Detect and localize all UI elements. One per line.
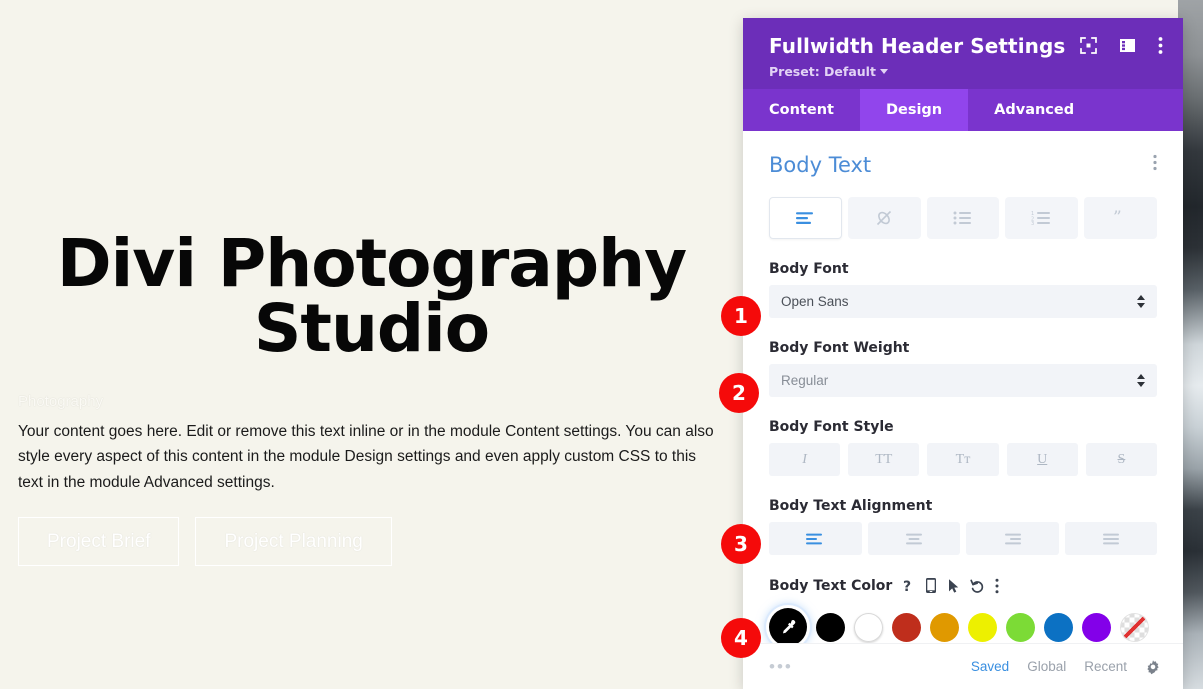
focus-icon[interactable] <box>1080 37 1097 54</box>
footer-link-saved[interactable]: Saved <box>971 659 1009 674</box>
italic-button[interactable]: I <box>769 443 841 476</box>
chevron-updown-icon <box>1137 295 1145 308</box>
footer-link-global[interactable]: Global <box>1027 659 1066 674</box>
body-font-select[interactable]: Open Sans <box>769 285 1157 318</box>
capitalize-button[interactable]: Tᴛ <box>927 443 999 476</box>
uppercase-glyph: TT <box>875 451 893 467</box>
hover-cursor-icon[interactable] <box>947 578 960 594</box>
panel-header: Fullwidth Header Settings Preset: Defaul… <box>743 18 1183 89</box>
body-font-value: Open Sans <box>781 294 849 309</box>
body-text-alignment-group <box>769 522 1157 555</box>
preset-label: Preset: Default <box>769 64 876 79</box>
italic-glyph: I <box>802 451 807 467</box>
tab-design[interactable]: Design <box>859 89 969 131</box>
hero-subtitle: Photography <box>18 393 104 411</box>
tab-advanced[interactable]: Advanced <box>968 89 1100 131</box>
align-justify-button[interactable] <box>1064 522 1157 555</box>
swatch-purple[interactable] <box>1082 612 1111 642</box>
fullwidth-header-settings-panel: Fullwidth Header Settings Preset: Defaul… <box>743 18 1183 689</box>
svg-text:?: ? <box>903 579 911 594</box>
body-font-weight-value: Regular <box>781 373 829 388</box>
capitalize-glyph: Tᴛ <box>955 451 971 467</box>
swatch-black[interactable] <box>816 612 845 642</box>
strikethrough-glyph: S <box>1117 451 1126 467</box>
body-font-label: Body Font <box>769 261 849 277</box>
paragraph-icon[interactable] <box>769 197 842 239</box>
panel-body: Body Text 1 2 3 ” Body Font Open Sans Bo… <box>743 131 1183 643</box>
align-right-button[interactable] <box>966 522 1059 555</box>
swatch-orange[interactable] <box>930 612 959 642</box>
hero-content: Divi Photography Studio Photography Your… <box>0 0 743 689</box>
layout-panel-icon[interactable] <box>1119 37 1136 54</box>
svg-text:”: ” <box>1113 210 1122 226</box>
responsive-mobile-icon[interactable] <box>925 577 937 594</box>
help-icon[interactable]: ? <box>902 578 915 595</box>
footer-links: Saved Global Recent <box>971 659 1161 675</box>
text-format-toolbar: 1 2 3 ” <box>769 197 1157 239</box>
swatch-white[interactable] <box>854 612 883 642</box>
underline-button[interactable]: U <box>1006 443 1078 476</box>
section-more-vertical-icon[interactable] <box>1153 154 1157 176</box>
body-font-weight-select[interactable]: Regular <box>769 364 1157 397</box>
eyedropper-picker[interactable] <box>769 608 807 643</box>
badge-4: 4 <box>721 618 761 658</box>
swatch-yellow[interactable] <box>968 612 997 642</box>
align-center-button[interactable] <box>867 522 960 555</box>
body-text-color-label: Body Text Color <box>769 577 893 594</box>
panel-header-icons <box>1080 36 1163 55</box>
tab-content[interactable]: Content <box>743 89 860 131</box>
badge-2: 2 <box>719 373 759 413</box>
preset-selector[interactable]: Preset: Default <box>769 64 1157 79</box>
reset-undo-icon[interactable] <box>970 578 985 594</box>
color-swatch-row <box>769 608 1157 643</box>
body-text-color-row: Body Text Color ? <box>769 577 1157 595</box>
more-vertical-icon[interactable] <box>1158 36 1163 55</box>
swatch-red[interactable] <box>892 612 921 642</box>
body-font-style-group: I TT Tᴛ U S <box>769 443 1158 476</box>
body-text-section-header: Body Text <box>769 153 1157 177</box>
screen-root: Divi Photography Studio Photography Your… <box>0 0 1203 689</box>
uppercase-button[interactable]: TT <box>848 443 920 476</box>
project-planning-button[interactable]: Project Planning <box>195 516 392 566</box>
section-title: Body Text <box>769 153 872 177</box>
panel-tabs: Content Design Advanced <box>743 89 1183 131</box>
settings-gear-icon[interactable] <box>1145 659 1161 675</box>
strikethrough-button[interactable]: S <box>1085 443 1158 476</box>
underline-glyph: U <box>1037 451 1048 467</box>
blockquote-icon[interactable]: ” <box>1084 197 1157 239</box>
link-off-icon[interactable] <box>847 197 921 239</box>
body-font-style-label: Body Font Style <box>769 419 894 435</box>
bullet-list-icon[interactable] <box>926 197 1000 239</box>
body-text-alignment-label: Body Text Alignment <box>769 498 933 514</box>
footer-link-recent[interactable]: Recent <box>1084 659 1127 674</box>
svg-text:3: 3 <box>1031 221 1034 225</box>
swatch-blue[interactable] <box>1044 612 1073 642</box>
footer-more-button[interactable]: ••• <box>769 657 793 677</box>
badge-3: 3 <box>721 524 761 564</box>
hero-button-row: Project Brief Project Planning <box>18 516 725 566</box>
more-vertical-icon[interactable] <box>995 578 999 594</box>
swatch-green[interactable] <box>1006 612 1035 642</box>
badge-1: 1 <box>721 296 761 336</box>
chevron-down-icon <box>879 69 888 74</box>
align-left-button[interactable] <box>769 522 862 555</box>
project-brief-button[interactable]: Project Brief <box>18 516 180 566</box>
page-title: Divi Photography Studio <box>56 225 687 367</box>
numbered-list-icon[interactable]: 1 2 3 <box>1005 197 1079 239</box>
chevron-updown-icon <box>1137 374 1145 387</box>
swatch-transparent[interactable] <box>1120 612 1149 642</box>
hero-body-text: Your content goes here. Edit or remove t… <box>18 423 714 491</box>
body-font-weight-label: Body Font Weight <box>769 340 910 356</box>
panel-footer: ••• Saved Global Recent <box>743 643 1183 689</box>
